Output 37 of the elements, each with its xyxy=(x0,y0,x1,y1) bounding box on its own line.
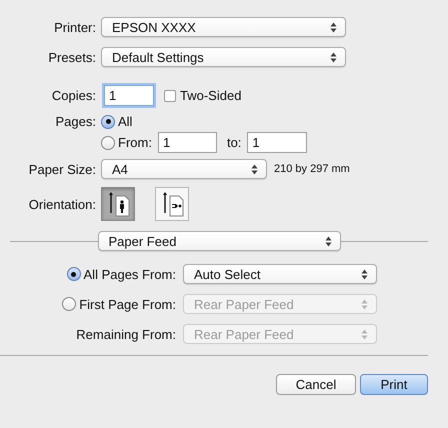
radio-label: From: xyxy=(118,135,152,150)
stepper-icon xyxy=(330,22,337,32)
field-label: Orientation: xyxy=(28,196,96,212)
field-label: Presets: xyxy=(47,50,96,64)
radio-button[interactable] xyxy=(101,114,115,128)
cancel-button[interactable]: Cancel xyxy=(276,374,356,395)
from-page-field[interactable]: 1 xyxy=(158,132,217,153)
checkbox-label: Two-Sided xyxy=(180,88,242,103)
field-label: Paper Size: xyxy=(28,162,96,176)
presets-dropdown[interactable]: Default Settings xyxy=(101,47,346,67)
radio-button[interactable] xyxy=(66,267,81,281)
field-label: to: xyxy=(226,135,242,150)
stepper-icon xyxy=(324,236,332,246)
print-button[interactable]: Print xyxy=(360,374,428,395)
field-label: Copies: xyxy=(50,88,96,103)
stepper-icon xyxy=(361,298,368,310)
checkbox[interactable] xyxy=(164,90,176,102)
stepper-icon xyxy=(251,164,258,174)
printer-dropdown[interactable]: EPSON XXXX xyxy=(101,17,346,37)
field-label: Pages: xyxy=(54,114,96,129)
paper-dimensions: 210 by 297 mm xyxy=(274,163,350,175)
stepper-icon xyxy=(361,268,368,280)
paper-source-dropdown[interactable]: Auto Select xyxy=(183,264,377,284)
stepper-icon xyxy=(361,328,368,340)
portrait-button[interactable] xyxy=(101,187,135,221)
to-page-field[interactable]: 1 xyxy=(247,132,308,153)
radio-button[interactable] xyxy=(101,136,115,150)
stepper-icon xyxy=(330,52,337,62)
radio-label: All Pages From: xyxy=(84,266,176,282)
radio-label: All xyxy=(118,114,132,129)
paper-size-dropdown[interactable]: A4 xyxy=(101,159,267,179)
landscape-button[interactable] xyxy=(155,187,189,221)
copies-field[interactable]: 1 xyxy=(104,85,154,106)
panel-dropdown[interactable]: Paper Feed xyxy=(98,231,340,251)
field-label: Printer: xyxy=(53,20,96,34)
field-label: Remaining From: xyxy=(76,326,176,342)
radio-label: First Page From: xyxy=(79,296,176,312)
